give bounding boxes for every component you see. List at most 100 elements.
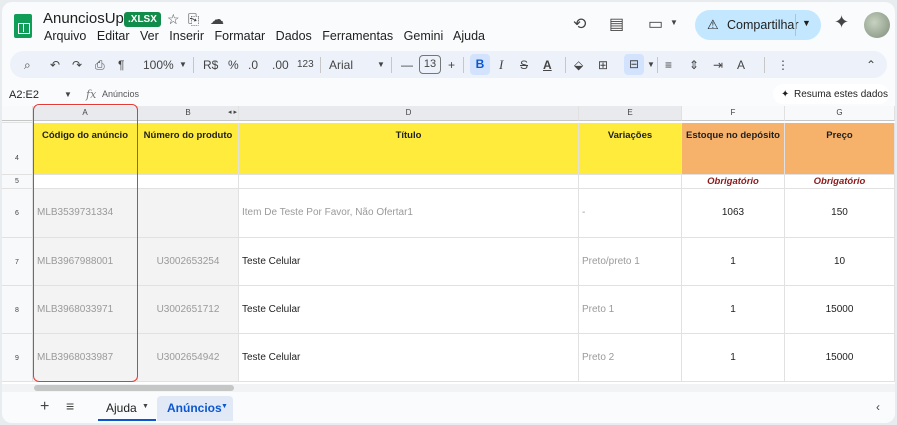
sheet-tab-anuncios[interactable]: Anúncios ▼ (157, 396, 233, 421)
row-header[interactable]: 4 (2, 123, 33, 175)
move-folder-icon[interactable]: ⎘ (188, 11, 199, 28)
cell-product[interactable]: U3002651712 (138, 286, 239, 334)
column-header-f[interactable]: F (682, 106, 785, 121)
sheets-logo-icon[interactable] (14, 14, 32, 38)
header-cell-code[interactable]: Código do anúncio (33, 123, 138, 175)
cell-code[interactable]: MLB3967988001 (33, 238, 138, 286)
avatar[interactable] (864, 12, 890, 38)
chevron-left-icon[interactable]: ‹ (876, 400, 880, 414)
cloud-status-icon[interactable]: ☁ (210, 11, 224, 28)
cell-code[interactable]: MLB3968033971 (33, 286, 138, 334)
cell-variation[interactable]: Preto 1 (579, 286, 682, 334)
percent-format-button[interactable]: % (228, 58, 239, 72)
cell-title[interactable]: Item De Teste Por Favor, Não Ofertar1 (239, 189, 579, 238)
merge-cells-icon[interactable]: ⊟ (624, 54, 644, 75)
spreadsheet-grid[interactable]: A B ◂ ▸ D E F G 4 Código do anúncio Núme… (2, 106, 895, 384)
collapse-toolbar-icon[interactable]: ⌃ (866, 58, 876, 72)
row-header[interactable]: 8 (2, 286, 33, 334)
cell-code[interactable]: MLB3539731334 (33, 189, 138, 238)
horizontal-align-icon[interactable]: ≡ (665, 58, 672, 72)
add-sheet-icon[interactable]: + (40, 398, 49, 416)
cell-product[interactable]: U3002653254 (138, 238, 239, 286)
search-icon[interactable]: ⌕ (24, 58, 31, 73)
cell-stock[interactable]: 1063 (682, 189, 785, 238)
number-format-button[interactable]: 123 (297, 59, 314, 70)
sheet-tab-ajuda[interactable]: Ajuda ▼ (98, 396, 156, 421)
vertical-align-icon[interactable]: ⇕ (689, 58, 699, 72)
column-header-e[interactable]: E (579, 106, 682, 121)
cell[interactable] (239, 175, 579, 189)
header-cell-stock[interactable]: Estoque no depósito (682, 123, 785, 175)
cell-title[interactable]: Teste Celular (239, 238, 579, 286)
strikethrough-icon[interactable]: S (520, 58, 528, 72)
menu-item[interactable]: Arquivo (44, 29, 86, 43)
cell-stock[interactable]: 1 (682, 334, 785, 382)
column-header-b[interactable]: B (138, 106, 239, 121)
cell-title[interactable]: Teste Celular (239, 334, 579, 382)
history-icon[interactable]: ⟲ (573, 14, 586, 34)
bold-icon[interactable]: B (470, 54, 490, 75)
comment-icon[interactable]: ▤ (609, 14, 624, 34)
menu-item[interactable]: Ver (140, 29, 159, 43)
row-header[interactable]: 5 (2, 175, 33, 189)
font-select[interactable]: Arial (329, 58, 353, 72)
currency-format-button[interactable]: R$ (203, 58, 218, 72)
paint-format-icon[interactable]: ¶ (118, 58, 124, 72)
cell-stock[interactable]: 1 (682, 238, 785, 286)
cell-variation[interactable]: Preto/preto 1 (579, 238, 682, 286)
required-label-stock[interactable]: Obrigatório (682, 175, 785, 189)
row-header[interactable]: 7 (2, 238, 33, 286)
menu-item[interactable]: Gemini (404, 29, 444, 43)
decrease-decimals-button[interactable]: .0 (248, 58, 258, 72)
chevron-down-icon[interactable]: ▼ (647, 60, 655, 69)
cell-price[interactable]: 150 (785, 189, 895, 238)
undo-icon[interactable]: ↶ (50, 58, 60, 72)
text-color-icon[interactable]: A (543, 58, 552, 72)
print-icon[interactable]: ⎙ (95, 58, 105, 73)
cell-title[interactable]: Teste Celular (239, 286, 579, 334)
row-header[interactable]: 6 (2, 189, 33, 238)
cell-variation[interactable]: Preto 2 (579, 334, 682, 382)
fill-color-icon[interactable]: ⬙ (574, 58, 583, 72)
document-title[interactable]: AnunciosUp (43, 10, 124, 27)
zoom-select[interactable]: 100% (143, 58, 174, 72)
decrease-font-size-icon[interactable]: — (401, 58, 413, 72)
cell[interactable] (579, 175, 682, 189)
horizontal-scrollbar[interactable] (2, 384, 895, 392)
meet-icon[interactable]: ▭ (648, 14, 663, 34)
chevron-down-icon[interactable]: ▼ (802, 18, 811, 28)
chevron-down-icon[interactable]: ▼ (221, 403, 228, 410)
redo-icon[interactable]: ↷ (72, 58, 82, 72)
column-header-d[interactable]: D (239, 106, 579, 121)
star-icon[interactable]: ☆ (167, 11, 180, 28)
scrollbar-thumb[interactable] (34, 385, 234, 391)
select-all-corner[interactable] (2, 106, 33, 121)
menu-item[interactable]: Ferramentas (322, 29, 393, 43)
cell-stock[interactable]: 1 (682, 286, 785, 334)
menu-item[interactable]: Ajuda (453, 29, 485, 43)
menu-item[interactable]: Dados (276, 29, 312, 43)
header-cell-variations[interactable]: Variações (579, 123, 682, 175)
cell-code[interactable]: MLB3968033987 (33, 334, 138, 382)
formula-input[interactable]: Anúncios (102, 89, 139, 99)
cell-product[interactable] (138, 189, 239, 238)
italic-icon[interactable]: I (499, 57, 503, 73)
gemini-icon[interactable]: ✦ (834, 12, 849, 33)
chevron-down-icon[interactable]: ▼ (142, 403, 149, 410)
chevron-down-icon[interactable]: ▼ (377, 60, 385, 69)
name-box[interactable]: A2:E2 (9, 89, 39, 101)
required-label-price[interactable]: Obrigatório (785, 175, 895, 189)
cell-price[interactable]: 10 (785, 238, 895, 286)
header-cell-price[interactable]: Preço (785, 123, 895, 175)
hidden-columns-arrow-icon[interactable]: ◂ ▸ (228, 108, 237, 116)
column-header-g[interactable]: G (785, 106, 895, 121)
menu-item[interactable]: Editar (97, 29, 130, 43)
menu-item[interactable]: Inserir (169, 29, 204, 43)
chevron-down-icon[interactable]: ▼ (64, 90, 72, 99)
borders-icon[interactable]: ⊞ (598, 58, 608, 72)
chevron-down-icon[interactable]: ▼ (179, 60, 187, 69)
cell-price[interactable]: 15000 (785, 334, 895, 382)
header-cell-title[interactable]: Título (239, 123, 579, 175)
meet-caret-icon[interactable]: ▼ (670, 18, 678, 27)
text-wrap-icon[interactable]: ⇥ (713, 58, 723, 72)
